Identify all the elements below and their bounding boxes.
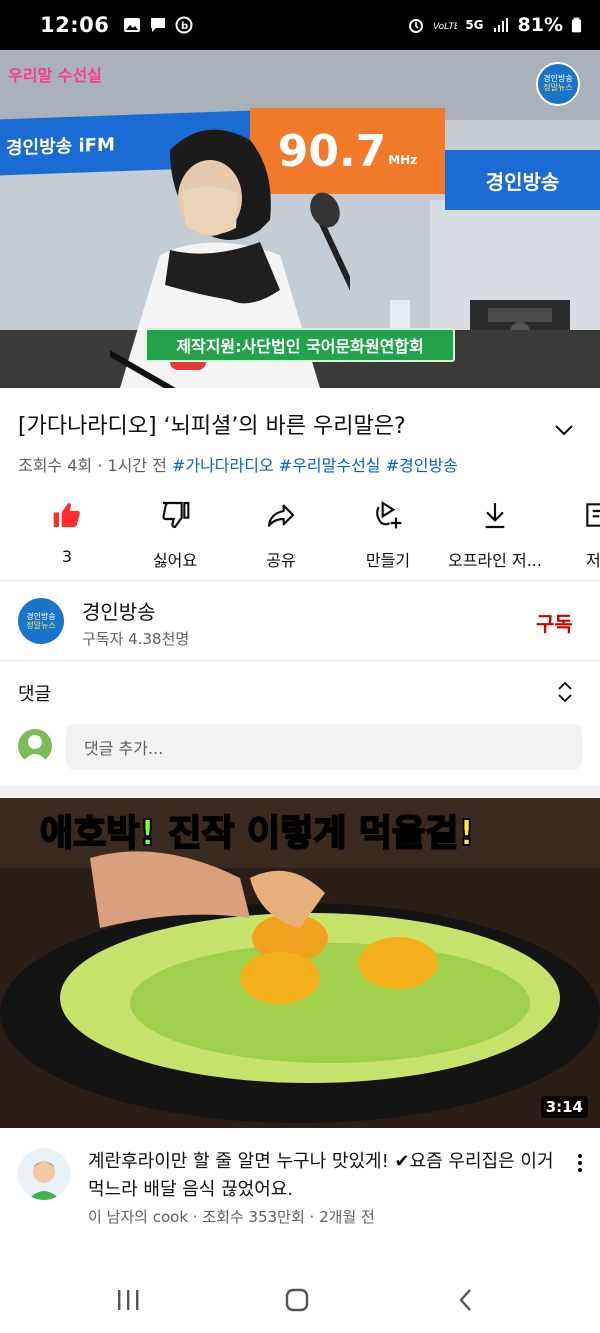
video-title[interactable]: [가다나라디오] ‘뇌피셜’의 바른 우리말은? bbox=[18, 412, 538, 442]
recommended-thumbnail[interactable]: 애호박! 진작 이렇게 먹을걸! 3:14 bbox=[0, 798, 600, 1128]
message-icon bbox=[151, 18, 166, 32]
thumbs-up-icon bbox=[53, 503, 80, 527]
program-tag: 우리말 수선실 bbox=[8, 66, 102, 85]
headline-part-1: 애호박! bbox=[39, 812, 157, 855]
recommended-views: 조회수 353만회 bbox=[202, 1208, 305, 1226]
station-banner: 경인방송 bbox=[445, 150, 600, 210]
download-icon bbox=[485, 503, 505, 529]
headline-part-3: 먹을걸! bbox=[358, 812, 476, 855]
divider bbox=[0, 660, 600, 661]
more-vert-icon[interactable] bbox=[570, 1152, 590, 1174]
recommended-age: 2개월 전 bbox=[319, 1208, 375, 1226]
headline-part-2: 진작 이렇게 bbox=[167, 812, 347, 855]
expand-collapse-icon[interactable] bbox=[554, 680, 576, 704]
save-button[interactable]: 저 bbox=[538, 495, 600, 571]
default-avatar-icon bbox=[22, 735, 48, 763]
download-label: 오프라인 저... bbox=[448, 551, 542, 570]
channel-watermark: 경인방송 정말뉴스 bbox=[536, 62, 580, 106]
recommended-meta: 이 남자의 cook · 조회수 353만회 · 2개월 전 bbox=[88, 1208, 375, 1226]
dislike-label: 싫어요 bbox=[152, 551, 198, 570]
share-icon bbox=[267, 504, 295, 527]
notification-icons: b bbox=[123, 16, 193, 34]
recommended-title[interactable]: 계란후라이만 할 줄 알면 누구나 맛있게! ✔요즘 우리집은 이거 먹느라 배… bbox=[88, 1148, 558, 1204]
battery-level: 81% bbox=[517, 14, 563, 36]
recent-apps-icon bbox=[118, 1290, 139, 1310]
cartoon-chef-avatar bbox=[18, 1148, 70, 1200]
user-avatar bbox=[18, 729, 52, 763]
channel-avatar[interactable]: 경인방송 정말뉴스 bbox=[18, 598, 64, 644]
video-duration: 3:14 bbox=[540, 1096, 588, 1118]
svg-text:b: b bbox=[181, 21, 188, 32]
channel-avatar-bottom: 정말뉴스 bbox=[26, 621, 56, 630]
channel-avatar-top: 경인방송 bbox=[26, 611, 56, 621]
save-label: 저 bbox=[586, 551, 600, 570]
channel-name[interactable]: 경인방송 bbox=[82, 596, 156, 625]
subscriber-count: 구독자 4.38천명 bbox=[82, 630, 190, 648]
gallery-icon bbox=[124, 18, 141, 32]
video-player[interactable]: 경인방송 iFM 90.7 MHz 경인방송 우리말 수선실 경인방송 정말뉴스 제… bbox=[0, 50, 600, 388]
recent-apps-button[interactable] bbox=[108, 1285, 148, 1315]
upload-age: 1시간 전 bbox=[107, 456, 167, 475]
hashtag-link[interactable]: #경인방송 bbox=[386, 456, 458, 475]
action-bar: 3 싫어요 공유 만들기 오프라인 저... 저 bbox=[0, 495, 600, 575]
chevron-down-icon[interactable] bbox=[552, 418, 576, 442]
volte-icon: VoLTE bbox=[433, 22, 457, 32]
recommended-channel-avatar[interactable] bbox=[18, 1148, 70, 1200]
save-icon bbox=[586, 503, 600, 527]
b-app-icon: b bbox=[175, 16, 193, 34]
svg-text:VoLTE: VoLTE bbox=[433, 22, 457, 32]
home-icon bbox=[285, 1288, 309, 1312]
share-label: 공유 bbox=[266, 551, 296, 570]
comment-input[interactable]: 댓글 추가... bbox=[66, 724, 582, 770]
status-time: 12:06 bbox=[40, 13, 110, 37]
dislike-button[interactable]: 싫어요 bbox=[120, 495, 230, 571]
remix-button[interactable]: 만들기 bbox=[333, 495, 443, 571]
frequency-unit: MHz bbox=[388, 153, 418, 167]
like-button[interactable]: 3 bbox=[12, 495, 122, 566]
watermark-bottom: 정말뉴스 bbox=[543, 83, 573, 92]
remix-icon bbox=[376, 501, 402, 529]
back-icon bbox=[459, 1289, 471, 1311]
recommended-channel[interactable]: 이 남자의 cook bbox=[88, 1208, 188, 1226]
system-icons: VoLTE 5G 81% bbox=[407, 14, 582, 36]
sponsor-caption: 제작지원:사단법인 국어문화원연합회 bbox=[145, 328, 455, 362]
network-type: 5G bbox=[465, 18, 484, 32]
comments-heading[interactable]: 댓글 bbox=[18, 680, 51, 706]
hashtag-link[interactable]: #가나다라디오 bbox=[172, 456, 274, 475]
thumbs-down-icon bbox=[162, 501, 190, 529]
divider bbox=[0, 580, 600, 581]
download-button[interactable]: 오프라인 저... bbox=[440, 495, 550, 571]
subscribe-button[interactable]: 구독 bbox=[536, 608, 573, 637]
like-count: 3 bbox=[61, 547, 73, 566]
share-button[interactable]: 공유 bbox=[226, 495, 336, 571]
back-button[interactable] bbox=[446, 1285, 486, 1315]
hashtag-link[interactable]: #우리말수선실 bbox=[279, 456, 381, 475]
system-nav-bar bbox=[0, 1265, 600, 1333]
battery-icon bbox=[571, 17, 582, 33]
alarm-icon bbox=[409, 19, 424, 33]
section-gap bbox=[0, 786, 600, 798]
home-button[interactable] bbox=[277, 1285, 317, 1315]
video-meta: 조회수 4회 · 1시간 전 #가나다라디오 #우리말수선실 #경인방송 bbox=[18, 456, 458, 475]
view-count: 조회수 4회 bbox=[18, 456, 93, 475]
remix-label: 만들기 bbox=[365, 551, 411, 570]
thumbnail-headline: 애호박! 진작 이렇게 먹을걸! bbox=[39, 804, 476, 856]
signal-icon bbox=[493, 18, 508, 32]
status-bar: 12:06 b VoLTE 5G 81% bbox=[0, 0, 600, 50]
